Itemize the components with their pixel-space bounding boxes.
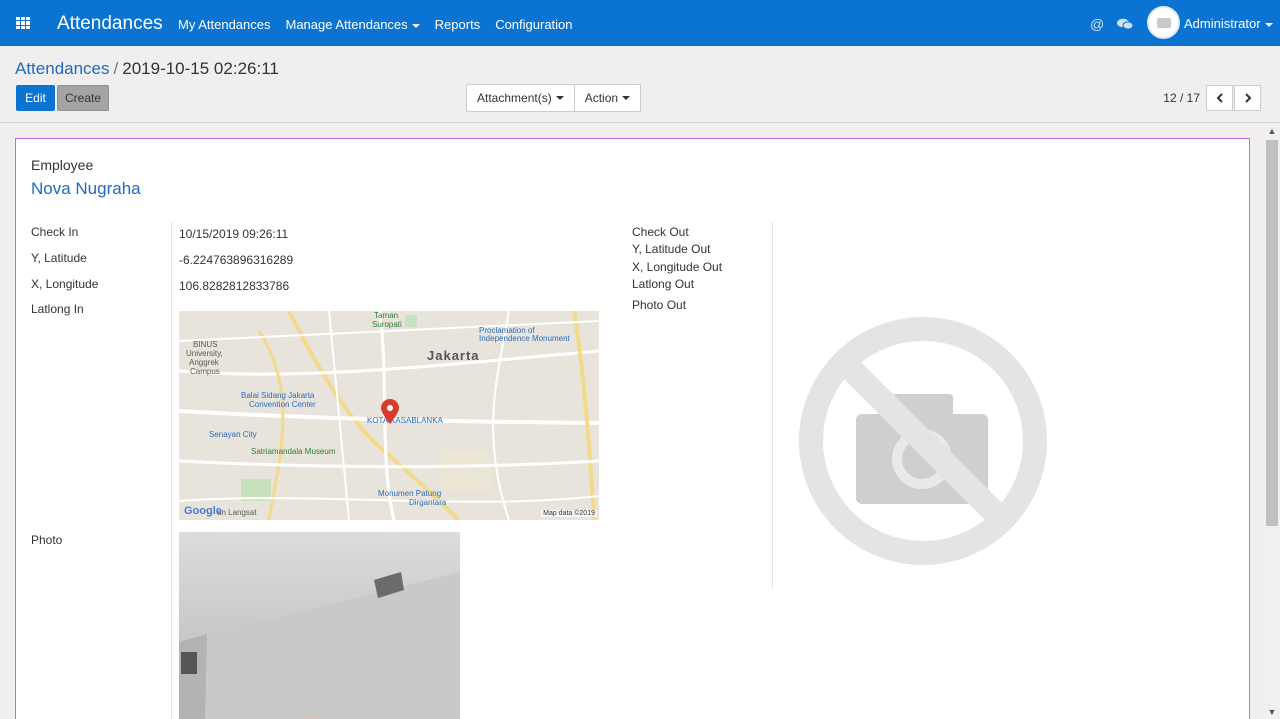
menu-reports[interactable]: Reports xyxy=(435,17,481,32)
check-out-label: Check Out xyxy=(632,225,689,239)
photo-out-label: Photo Out xyxy=(632,298,687,312)
attachments-label: Attachment(s) xyxy=(477,91,552,105)
app-title[interactable]: Attendances xyxy=(57,13,163,35)
apps-grid-icon[interactable] xyxy=(16,17,30,29)
form-view: Employee Nova Nugraha Check In 10/15/201… xyxy=(0,124,1264,719)
column-divider xyxy=(171,222,172,719)
check-in-value: 10/15/2019 09:26:11 xyxy=(179,227,289,241)
pager-value[interactable]: 12 / 17 xyxy=(1163,91,1200,105)
pager-next-button[interactable] xyxy=(1234,85,1261,111)
control-panel: Attendances/2019-10-15 02:26:11 Edit Cre… xyxy=(0,46,1280,123)
chat-icon[interactable] xyxy=(1117,18,1133,30)
scroll-up-icon[interactable]: ▲ xyxy=(1264,124,1280,138)
create-button[interactable]: Create xyxy=(57,85,109,111)
breadcrumb-current: 2019-10-15 02:26:11 xyxy=(122,59,279,78)
avatar[interactable] xyxy=(1147,6,1180,39)
map-label-binus-4: Campus xyxy=(190,367,220,376)
pager-previous-button[interactable] xyxy=(1206,85,1233,111)
check-in-photo[interactable] xyxy=(179,532,460,719)
pager: 12 / 17 xyxy=(1163,85,1261,111)
caret-down-icon xyxy=(555,96,564,100)
map-label-taman: Taman xyxy=(374,311,399,320)
caret-down-icon xyxy=(622,96,631,100)
menu-manage-attendances-label: Manage Attendances xyxy=(285,17,408,32)
employee-label: Employee xyxy=(31,157,94,173)
user-menu[interactable]: Administrator xyxy=(1184,16,1273,31)
map-label-kota-kasablanka: KOTA KASABLANKA xyxy=(367,416,443,425)
chevron-right-icon xyxy=(1244,93,1251,103)
photo-label: Photo xyxy=(31,533,63,547)
caret-down-icon xyxy=(411,23,420,28)
map-label-balai-1: Balai Sidang Jakarta xyxy=(241,391,315,400)
map-label-balai-2: Convention Center xyxy=(249,400,316,409)
map-label-monument: Independence Monument xyxy=(479,334,570,343)
latitude-value: -6.224763896316289 xyxy=(179,253,294,267)
google-logo: Google xyxy=(184,505,222,517)
latitude-label: Y, Latitude xyxy=(31,251,87,265)
scrollbar[interactable]: ▲ ▼ xyxy=(1264,124,1280,719)
photo-image xyxy=(179,572,460,719)
column-divider-right xyxy=(772,222,773,588)
breadcrumb: Attendances/2019-10-15 02:26:11 xyxy=(15,59,279,79)
form-sheet: Employee Nova Nugraha Check In 10/15/201… xyxy=(15,138,1250,719)
attachments-dropdown[interactable]: Attachment(s) xyxy=(467,85,574,111)
scroll-down-icon[interactable]: ▼ xyxy=(1264,705,1280,719)
map-credit[interactable]: Map data ©2019 xyxy=(541,510,597,517)
map-pin-icon xyxy=(381,399,399,424)
action-dropdown[interactable]: Action xyxy=(573,85,640,111)
menu-manage-attendances[interactable]: Manage Attendances xyxy=(286,17,420,32)
breadcrumb-parent[interactable]: Attendances xyxy=(15,59,110,78)
caret-down-icon xyxy=(1264,22,1273,27)
longitude-label: X, Longitude xyxy=(31,277,99,291)
sidebar-button-group: Attachment(s) Action xyxy=(466,84,642,112)
latitude-out-label: Y, Latitude Out xyxy=(632,242,711,256)
user-name: Administrator xyxy=(1184,16,1261,31)
map-label-suropati: Suropati xyxy=(372,320,402,329)
scrollbar-thumb[interactable] xyxy=(1266,140,1278,526)
chevron-left-icon xyxy=(1216,93,1223,103)
map-label-binus-2: University, xyxy=(186,349,223,358)
at-icon[interactable]: @ xyxy=(1090,16,1104,32)
top-navbar: Attendances My Attendances Manage Attend… xyxy=(0,0,1280,46)
map-label-monumen-1: Monumen Patung xyxy=(378,489,442,498)
map-latlong-in[interactable]: Jakarta Taman Suropati Proclamation of I… xyxy=(179,311,599,520)
action-label: Action xyxy=(584,91,619,105)
main-menu: My Attendances Manage Attendances Report… xyxy=(178,17,588,32)
latlong-out-label: Latlong Out xyxy=(632,277,695,291)
longitude-out-label: X, Longitude Out xyxy=(632,260,723,274)
map-label-monumen-2: Dirgantara xyxy=(409,498,447,507)
map-label-binus-3: Anggrek xyxy=(189,358,219,367)
map-label-satriamandala: Satriamandala Museum xyxy=(251,447,336,456)
map-label-senayan: Senayan City xyxy=(209,430,257,439)
map-label-binus-1: BINUS xyxy=(193,340,218,349)
breadcrumb-separator: / xyxy=(113,59,119,78)
longitude-value: 106.8282812833786 xyxy=(179,279,290,293)
no-camera-icon[interactable] xyxy=(796,314,1050,568)
employee-link[interactable]: Nova Nugraha xyxy=(31,179,141,199)
edit-button[interactable]: Edit xyxy=(16,85,55,111)
menu-my-attendances[interactable]: My Attendances xyxy=(178,17,271,32)
menu-configuration[interactable]: Configuration xyxy=(495,17,572,32)
map-label-langsat: an Langsat xyxy=(217,508,257,517)
latlong-in-label: Latlong In xyxy=(31,302,84,316)
map-city-label: Jakarta xyxy=(427,348,480,363)
check-in-label: Check In xyxy=(31,225,79,239)
